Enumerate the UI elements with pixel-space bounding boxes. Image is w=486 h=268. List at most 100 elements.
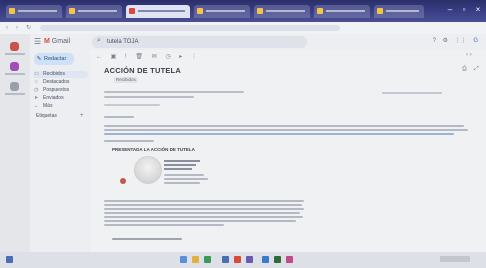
browser-tab[interactable] [314, 5, 370, 18]
disclaimer-line [104, 200, 304, 202]
signature-detail-line [164, 178, 208, 180]
back-arrow-icon[interactable]: ← [96, 54, 102, 60]
taskbar-app-icon[interactable] [222, 256, 229, 263]
print-icon[interactable]: ⎙ [462, 66, 467, 73]
inbox-icon: ▭ [34, 71, 39, 77]
message-date [382, 92, 442, 94]
help-icon[interactable]: ? [433, 38, 436, 44]
labels-heading: Etiquetas [36, 113, 57, 119]
recipient-info [104, 96, 194, 98]
taskbar-app-icon[interactable] [262, 256, 269, 263]
message-toolbar: ← ▣ ! 🗑 ✉ ◷ ▸ ⋮ [96, 53, 204, 61]
report-spam-icon[interactable]: ! [125, 54, 127, 60]
open-new-window-icon[interactable]: ⤢ [474, 66, 479, 73]
browser-tab[interactable] [194, 5, 250, 18]
sidebar-item-sent[interactable]: ➤ Enviados [34, 95, 88, 102]
taskbar-app-icon[interactable] [274, 256, 281, 263]
chevron-down-icon: ⌄ [34, 103, 39, 109]
sidebar-item-more[interactable]: ⌄ Más [34, 103, 88, 110]
signature-photo [134, 156, 162, 184]
greeting-line [104, 116, 134, 118]
forward-icon[interactable]: › [16, 24, 18, 32]
reload-icon[interactable]: ↻ [26, 24, 31, 32]
sender-info [104, 91, 244, 93]
browser-tab[interactable] [374, 5, 424, 18]
body-text-line [104, 125, 464, 127]
maximize-icon[interactable]: ▫ [460, 6, 468, 14]
google-account-icon[interactable]: G [473, 38, 478, 44]
menu-icon[interactable]: ☰ [34, 38, 41, 46]
gmail-sidebar: ✎ Redactar ▭ Recibidos ☆ Destacados ◷ Pospue… [30, 50, 90, 252]
closing-line [112, 238, 182, 240]
tab-favicon-icon [9, 8, 15, 14]
sidebar-item-snoozed[interactable]: ◷ Pospuestos [34, 87, 88, 94]
close-icon[interactable]: × [474, 6, 482, 14]
signature-name-line [164, 160, 200, 162]
tab-favicon-icon [317, 8, 323, 14]
minimize-icon[interactable]: – [446, 6, 454, 14]
section-heading: PRESENTADA LA ACCIÓN DE TUTELA [112, 147, 195, 152]
taskbar-app-icon[interactable] [234, 256, 241, 263]
message-pane: ← ▣ ! 🗑 ✉ ◷ ▸ ⋮ ‹ › ACCIÓN DE TUTELA Rec… [90, 50, 486, 252]
gear-icon[interactable]: ⚙ [443, 38, 448, 44]
search-query[interactable]: tutela TOJA [107, 38, 138, 46]
gmail-logo[interactable]: M Gmail [44, 37, 70, 47]
delete-icon[interactable]: 🗑 [135, 54, 143, 60]
star-icon: ☆ [34, 79, 39, 85]
taskbar-app-icon[interactable] [246, 256, 253, 263]
mark-unread-icon[interactable]: ✉ [152, 54, 157, 60]
taskbar-app-icon[interactable] [192, 256, 199, 263]
browser-tab[interactable] [254, 5, 310, 18]
taskbar-app-icon[interactable] [180, 256, 187, 263]
more-options-icon[interactable]: ⋮ [191, 54, 197, 60]
snooze-icon[interactable]: ◷ [165, 54, 170, 60]
signature-name-line [164, 168, 192, 170]
signature-logo-icon [120, 178, 126, 184]
address-bar: ‹ › ↻ [0, 22, 486, 34]
meet-icon[interactable] [10, 82, 19, 91]
pencil-icon: ✎ [36, 56, 42, 62]
back-icon[interactable]: ‹ [6, 24, 8, 32]
send-icon: ➤ [34, 95, 39, 101]
header-tools: ? ⚙ ⋮⋮ G [428, 37, 478, 46]
gmail-m-icon: M [44, 38, 50, 45]
disclaimer-line [104, 204, 302, 206]
signature-detail-line [164, 182, 200, 184]
taskbar-app-icon[interactable] [286, 256, 293, 263]
pagination-icon[interactable]: ‹ › [466, 52, 472, 58]
compose-button[interactable]: ✎ Redactar [34, 53, 74, 65]
body-link-line[interactable] [104, 133, 454, 135]
screen: – ▫ × ‹ › ↻ ☰ M Gmail ⌕ tutela TOJA ? ⚙ … [0, 0, 486, 268]
disclaimer-line [104, 212, 300, 214]
apps-grid-icon[interactable]: ⋮⋮ [455, 38, 467, 44]
message-subject: ACCIÓN DE TUTELA [104, 66, 181, 75]
mail-icon[interactable] [10, 42, 19, 51]
move-to-icon[interactable]: ▸ [179, 54, 182, 60]
url-field[interactable] [40, 25, 340, 31]
gmail-header: ☰ M Gmail ⌕ tutela TOJA ? ⚙ ⋮⋮ G [30, 34, 486, 50]
gmail-app-rail [0, 34, 30, 252]
label-chip[interactable]: Recibidos [114, 77, 138, 83]
search-bar[interactable]: ⌕ tutela TOJA [92, 36, 307, 48]
os-taskbar [0, 252, 486, 268]
add-label-icon[interactable]: + [80, 113, 84, 120]
taskbar-app-icon[interactable] [204, 256, 211, 263]
body-text-line [104, 140, 154, 142]
tab-favicon-icon [257, 8, 263, 14]
disclaimer-line [104, 220, 296, 222]
body-text-line [104, 129, 468, 131]
disclaimer-line [104, 224, 224, 226]
browser-tab-active[interactable] [126, 5, 190, 18]
sidebar-item-starred[interactable]: ☆ Destacados [34, 79, 88, 86]
clock-icon: ◷ [34, 87, 39, 93]
sidebar-item-inbox[interactable]: ▭ Recibidos [34, 71, 88, 78]
disclaimer-line [104, 208, 304, 210]
system-tray[interactable] [440, 256, 470, 262]
browser-tab[interactable] [6, 5, 62, 18]
search-icon[interactable]: ⌕ [97, 37, 101, 45]
start-icon[interactable] [6, 256, 13, 263]
archive-icon[interactable]: ▣ [111, 54, 117, 60]
chat-icon[interactable] [10, 62, 19, 71]
browser-tab[interactable] [66, 5, 122, 18]
browser-tab-bar: – ▫ × [0, 0, 486, 22]
